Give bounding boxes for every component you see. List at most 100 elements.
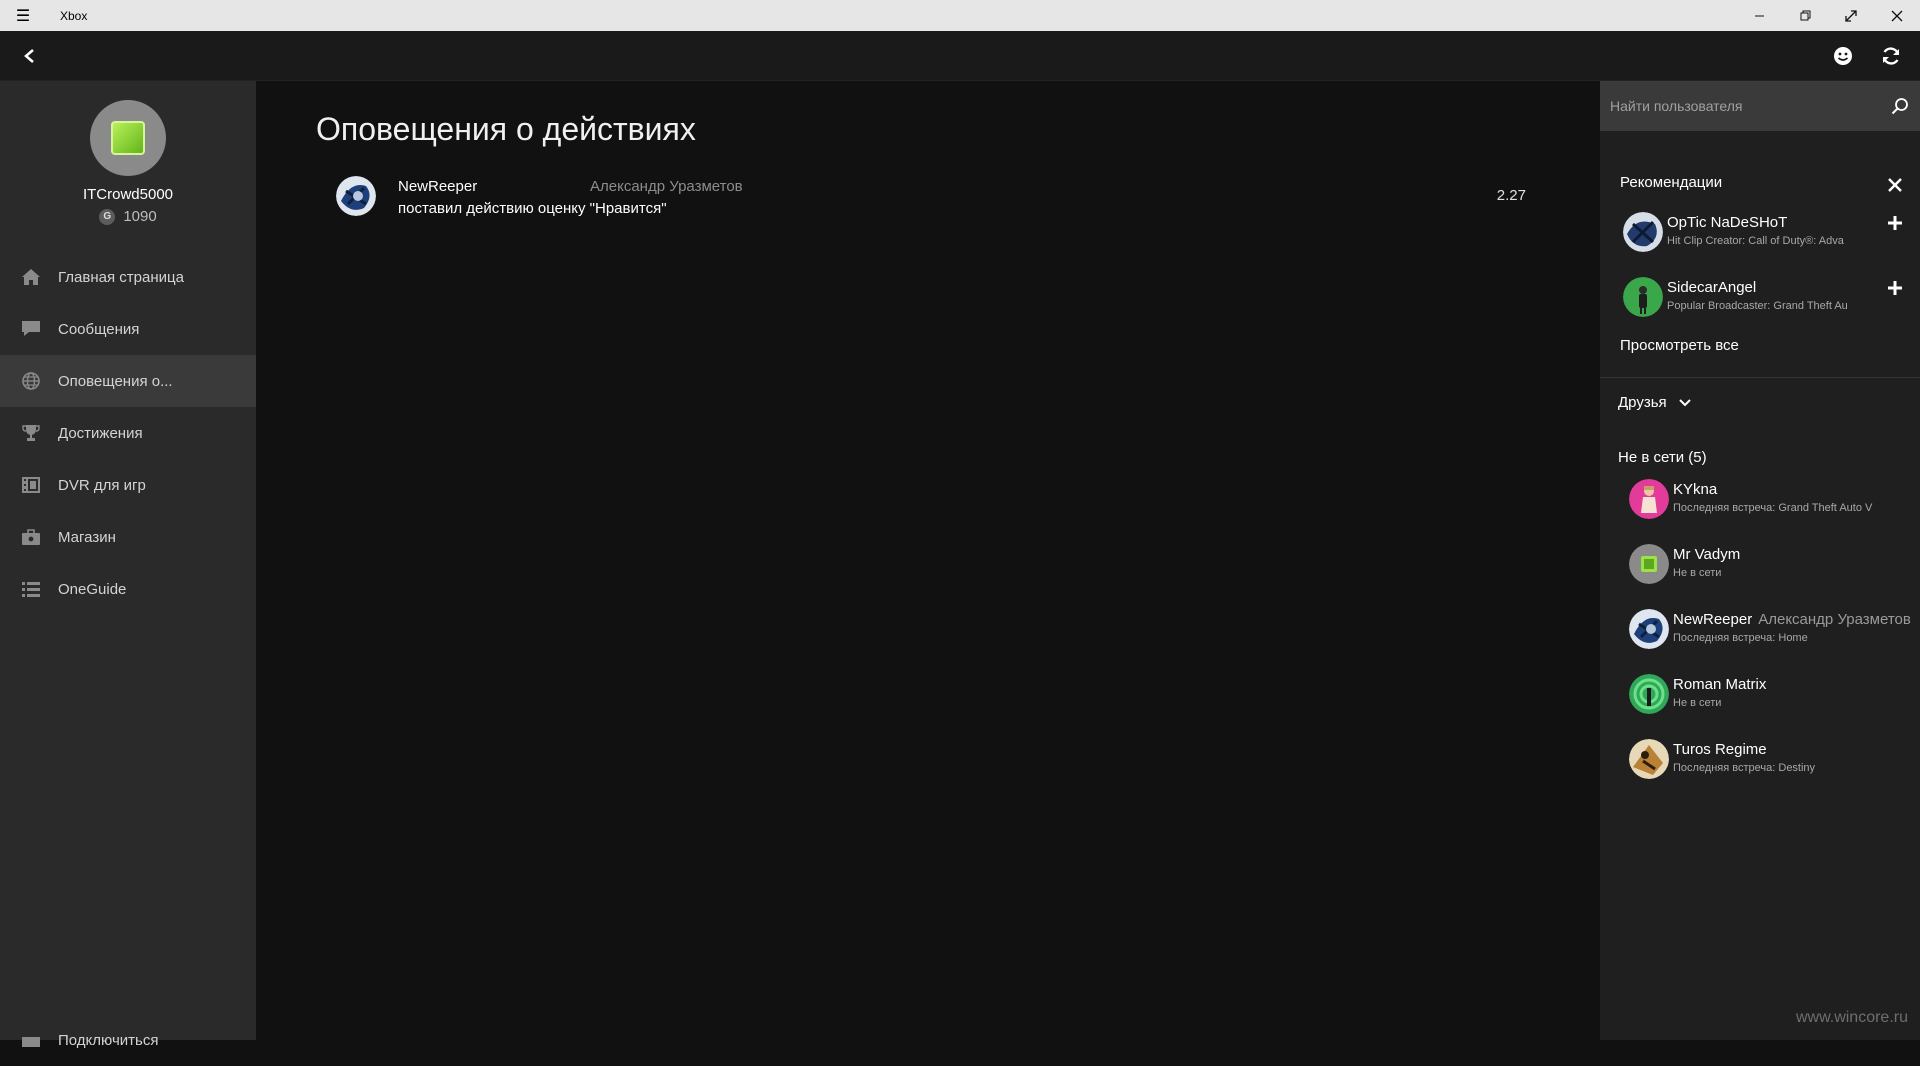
- nav-item-label: Магазин: [58, 528, 116, 546]
- home-icon: [20, 266, 42, 288]
- globe-icon: [20, 370, 42, 392]
- main-content: Оповещения о действиях NewReeper Алексан…: [256, 81, 1600, 1040]
- smiley-icon: [1834, 47, 1852, 65]
- nav-item-store[interactable]: Магазин: [0, 511, 256, 563]
- add-friend-button[interactable]: [1884, 277, 1906, 299]
- refresh-button[interactable]: [1878, 43, 1904, 69]
- sidecarangel-avatar-icon: [1623, 277, 1663, 317]
- gamerscore-icon: G: [99, 208, 116, 225]
- restore-button[interactable]: [1782, 0, 1828, 31]
- recommendation-subtitle: Hit Clip Creator: Call of Duty®: Adva: [1667, 235, 1844, 247]
- recommendation-name[interactable]: OpTic NaDeSHoT: [1667, 214, 1787, 231]
- nav-item-label: OneGuide: [58, 580, 127, 598]
- gamertag: ITCrowd5000: [82, 186, 174, 203]
- friend-status: Не в сети: [1673, 567, 1722, 579]
- close-icon: [1891, 10, 1903, 21]
- nav-item-activity[interactable]: Оповещения о...: [0, 355, 256, 407]
- recommendation-item[interactable]: OpTic NaDeSHoT Hit Clip Creator: Call of…: [1600, 212, 1920, 264]
- romanmatrix-avatar-icon: [1629, 674, 1669, 714]
- chevron-down-icon: [1678, 398, 1691, 406]
- activity-text: поставил действию оценку "Нравится": [398, 200, 667, 217]
- friend-item[interactable]: Roman Matrix Не в сети: [1600, 674, 1920, 726]
- gamerpic-icon: [111, 121, 145, 155]
- search-bar: [1600, 81, 1920, 131]
- avatar[interactable]: [1623, 277, 1663, 317]
- friend-item[interactable]: KYkna Последняя встреча: Grand Theft Aut…: [1600, 479, 1920, 531]
- fullscreen-button[interactable]: [1828, 0, 1874, 31]
- avatar[interactable]: [336, 176, 376, 216]
- friend-status: Последняя встреча: Destiny: [1673, 762, 1816, 774]
- mrvadym-avatar-icon: [1629, 544, 1669, 584]
- hamburger-menu-icon[interactable]: ☰: [0, 0, 46, 31]
- expand-icon: [1845, 9, 1857, 22]
- trophy-icon: [20, 422, 42, 444]
- nav-item-oneguide[interactable]: OneGuide: [0, 563, 256, 615]
- friend-status: Не в сети: [1673, 697, 1722, 709]
- back-button[interactable]: [16, 43, 42, 69]
- divider: [1600, 377, 1920, 378]
- list-icon: [20, 578, 42, 600]
- search-icon: [1891, 98, 1908, 115]
- nav-item-label: Подключиться: [58, 1031, 159, 1049]
- nav-item-achievements[interactable]: Достижения: [0, 407, 256, 459]
- activity-gamertag[interactable]: NewReeper: [398, 178, 477, 195]
- minimize-icon: [1754, 15, 1764, 17]
- avatar[interactable]: [90, 100, 166, 176]
- friends-dropdown[interactable]: Друзья: [1618, 394, 1691, 411]
- refresh-icon: [1882, 47, 1900, 65]
- nav-item-dvr[interactable]: DVR для игр: [0, 459, 256, 511]
- friends-label: Друзья: [1618, 394, 1667, 411]
- optic-avatar-icon: [1623, 212, 1663, 252]
- friend-item[interactable]: NewReeper Александр Уразметов Последняя в…: [1600, 609, 1920, 661]
- watermark: www.wincore.ru: [1795, 1009, 1908, 1026]
- friend-name[interactable]: Roman Matrix: [1673, 676, 1766, 693]
- search-button[interactable]: [1888, 94, 1912, 118]
- smiley-button[interactable]: [1830, 43, 1856, 69]
- nav-item-messages[interactable]: Сообщения: [0, 303, 256, 355]
- nav-item-connect[interactable]: Подключиться: [0, 1014, 256, 1066]
- avatar[interactable]: [1629, 739, 1669, 779]
- friend-name[interactable]: NewReeper Александр Уразметов: [1673, 611, 1918, 628]
- avatar[interactable]: [1629, 479, 1669, 519]
- see-all-link[interactable]: Просмотреть все: [1620, 337, 1739, 354]
- close-window-button[interactable]: [1874, 0, 1920, 31]
- activity-real-name: Александр Уразметов: [590, 178, 743, 195]
- nav-item-home[interactable]: Главная страница: [0, 251, 256, 303]
- main-nav: Главная страница Сообщения Оповещения о.…: [0, 251, 256, 615]
- friend-status: Последняя встреча: Grand Theft Auto V: [1673, 502, 1873, 514]
- friend-item[interactable]: Turos Regime Последняя встреча: Destiny: [1600, 739, 1920, 791]
- avatar[interactable]: [1629, 674, 1669, 714]
- nav-item-label: Главная страница: [58, 268, 184, 286]
- friend-name[interactable]: KYkna: [1673, 481, 1717, 498]
- window-titlebar: ☰ Xbox: [0, 0, 1920, 31]
- window-controls: [1736, 0, 1920, 31]
- app-header: [0, 31, 1920, 81]
- nav-item-label: Сообщения: [58, 320, 140, 338]
- nav-item-label: DVR для игр: [58, 476, 146, 494]
- friend-name[interactable]: Turos Regime: [1673, 741, 1767, 758]
- close-recommendations-button[interactable]: [1884, 174, 1906, 196]
- friend-item[interactable]: Mr Vadym Не в сети: [1600, 544, 1920, 596]
- newreeper-avatar-icon: [1629, 609, 1669, 649]
- right-panel: Рекомендации OpTic NaDeSHoT Hit Clip Cre…: [1600, 81, 1920, 1040]
- friend-real-name: Александр Уразметов: [1758, 611, 1911, 628]
- kykna-avatar-icon: [1629, 479, 1669, 519]
- avatar[interactable]: [1629, 609, 1669, 649]
- activity-item[interactable]: NewReeper Александр Уразметов поставил д…: [336, 176, 1526, 226]
- page-title: Оповещения о действиях: [316, 111, 696, 147]
- close-icon: [1888, 178, 1902, 192]
- recommendation-item[interactable]: SidecarAngel Popular Broadcaster: Grand …: [1600, 277, 1920, 329]
- turosregime-avatar-icon: [1629, 739, 1669, 779]
- gamerscore: G 1090: [0, 208, 256, 225]
- minimize-button[interactable]: [1736, 0, 1782, 31]
- nav-item-label: Оповещения о...: [58, 372, 173, 390]
- friend-name[interactable]: Mr Vadym: [1673, 546, 1740, 563]
- recommendation-subtitle: Popular Broadcaster: Grand Theft Au: [1667, 300, 1848, 312]
- add-friend-button[interactable]: [1884, 212, 1906, 234]
- search-input[interactable]: [1600, 98, 1870, 114]
- avatar[interactable]: [1629, 544, 1669, 584]
- profile-card[interactable]: ITCrowd5000 G 1090: [0, 81, 256, 231]
- gamerscore-value: 1090: [123, 208, 157, 225]
- recommendation-name[interactable]: SidecarAngel: [1667, 279, 1756, 296]
- avatar[interactable]: [1623, 212, 1663, 252]
